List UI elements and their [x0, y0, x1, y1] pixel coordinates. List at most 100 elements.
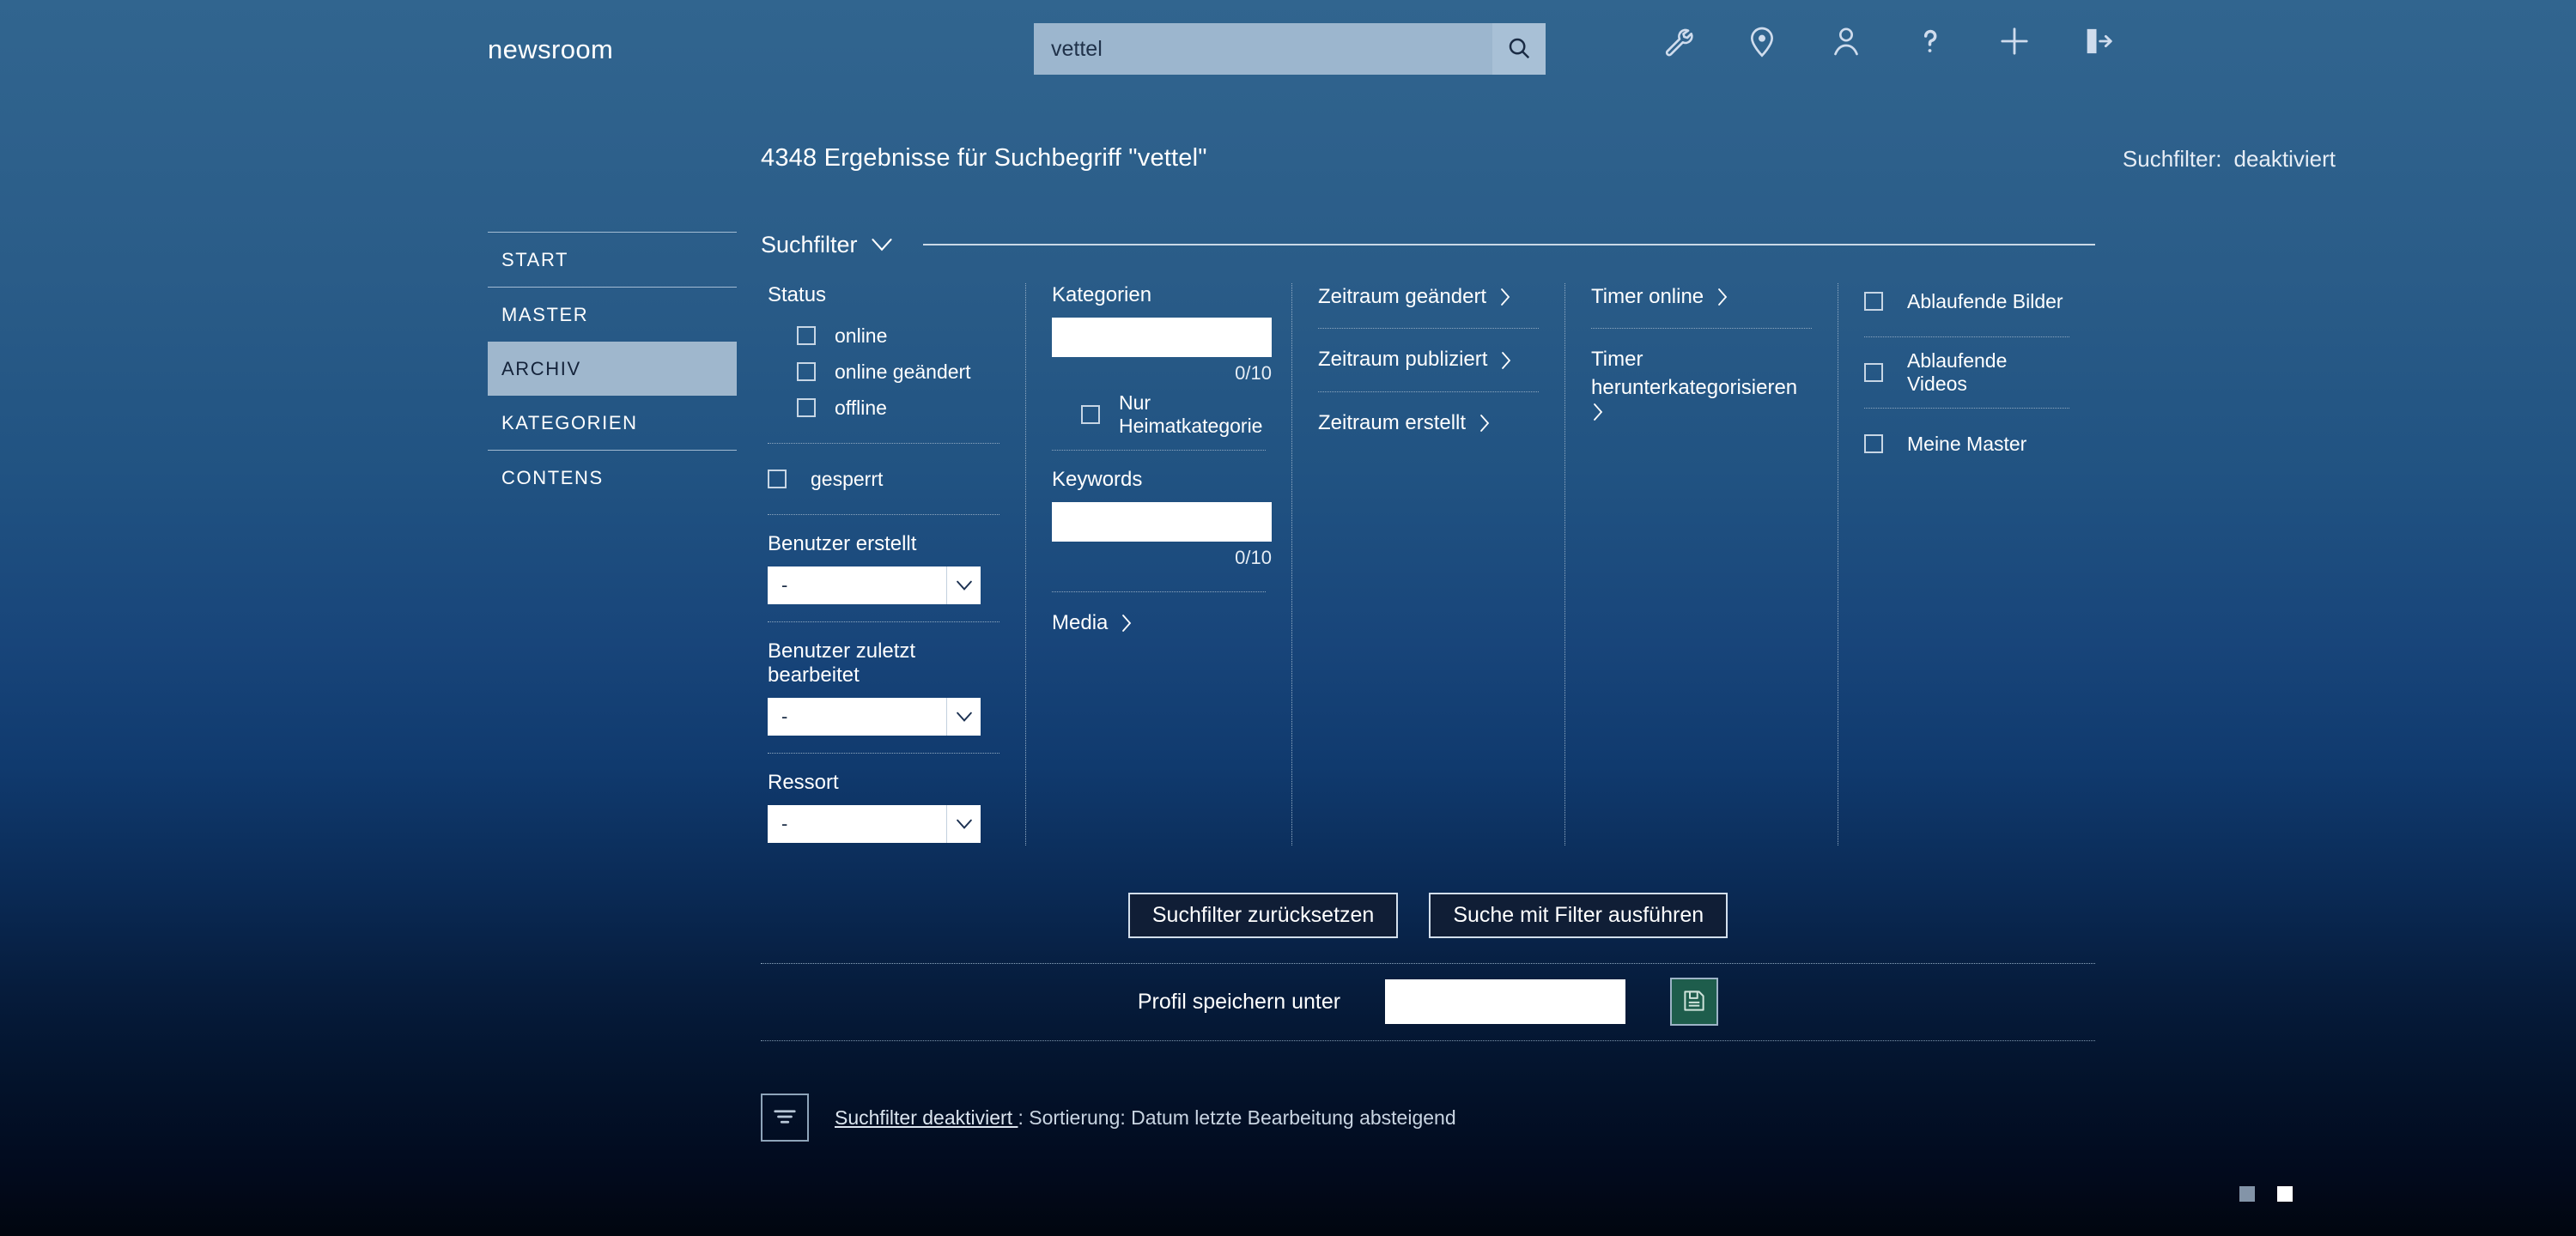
sidebar-item-archiv[interactable]: ARCHIV [488, 342, 737, 396]
checkbox-meine-master[interactable]: Meine Master [1864, 426, 2069, 462]
timer-online-link[interactable]: Timer online [1591, 283, 1812, 311]
checkbox-box[interactable] [1864, 292, 1883, 311]
sidebar-item-kategorien[interactable]: KATEGORIEN [488, 396, 737, 450]
chevron-down-icon[interactable] [870, 236, 894, 253]
chevron-right-icon [1591, 402, 1605, 422]
zeitraum-erstellt-link[interactable]: Zeitraum erstellt [1318, 409, 1539, 437]
filter-column-categories: Kategorien 0/10 Nur Heimatkategorie Keyw… [1025, 283, 1291, 845]
ressort-label: Ressort [768, 771, 839, 794]
checkbox-box[interactable] [1864, 434, 1883, 453]
dotted-divider [1864, 408, 2069, 409]
checkbox-box[interactable] [1864, 363, 1883, 382]
dotted-divider [1318, 328, 1539, 330]
filter-sort-icon [772, 1104, 798, 1132]
dotted-divider [1052, 450, 1266, 451]
filter-sort-button[interactable] [761, 1094, 809, 1142]
run-search-button[interactable]: Suche mit Filter ausführen [1429, 893, 1728, 938]
dotted-divider [1864, 336, 2069, 337]
sidebar-item-label: KATEGORIEN [501, 411, 638, 433]
timer-herunterkategorisieren-link[interactable]: Timer herunterkategorisieren [1591, 346, 1812, 422]
checkbox-box[interactable] [768, 470, 787, 488]
keywords-input[interactable] [1052, 502, 1272, 542]
select-value: - [768, 566, 946, 604]
ressort-select[interactable]: - [768, 805, 981, 843]
search-filter-panel: Suchfilter Status online online geändert… [761, 225, 2095, 845]
app-brand: newsroom [488, 34, 614, 64]
location-pin-icon[interactable] [1741, 21, 1783, 62]
view-mode-grid[interactable] [2277, 1186, 2293, 1202]
chevron-right-icon [1499, 350, 1513, 371]
dotted-divider [768, 621, 999, 622]
checkbox-online[interactable]: online [768, 318, 999, 354]
filter-status-value: deaktiviert [2233, 146, 2336, 172]
categories-input[interactable] [1052, 318, 1272, 357]
checkbox-ablaufende-bilder[interactable]: Ablaufende Bilder [1864, 283, 2069, 319]
chevron-down-icon[interactable] [946, 566, 981, 604]
sidebar-divider [488, 450, 737, 451]
filter-column-expiry: Ablaufende Bilder Ablaufende Videos Mein… [1838, 283, 2095, 845]
save-disk-icon [1681, 988, 1707, 1016]
sidebar-divider [488, 287, 737, 288]
zeitraum-publiziert-link[interactable]: Zeitraum publiziert [1318, 346, 1539, 373]
profile-name-input[interactable] [1385, 979, 1626, 1024]
filter-column-zeitraum: Zeitraum geändert Zeitraum publiziert Ze… [1291, 283, 1564, 845]
checkbox-ablaufende-videos[interactable]: Ablaufende Videos [1864, 349, 2069, 395]
checkbox-box[interactable] [797, 362, 816, 381]
chevron-right-icon [1120, 613, 1133, 633]
user-icon[interactable] [1826, 21, 1867, 62]
sidebar-item-master[interactable]: MASTER [488, 288, 737, 342]
search-container [1034, 23, 1546, 75]
sort-filter-link[interactable]: Suchfilter deaktiviert [835, 1106, 1018, 1129]
checkbox-box[interactable] [1081, 405, 1100, 424]
keywords-label: Keywords [1052, 468, 1143, 491]
filter-panel-title: Suchfilter [761, 231, 858, 258]
user-edited-select[interactable]: - [768, 698, 981, 736]
plus-icon[interactable] [1994, 21, 2035, 62]
chevron-down-icon[interactable] [946, 698, 981, 736]
wrench-icon[interactable] [1657, 21, 1698, 62]
checkbox-online-geaendert[interactable]: online geändert [768, 354, 999, 390]
help-icon[interactable] [1910, 21, 1951, 62]
dotted-divider [768, 514, 999, 515]
link-label: Zeitraum publiziert [1318, 348, 1488, 372]
sidebar-nav: START MASTER ARCHIV KATEGORIEN CONTENS [488, 232, 737, 505]
media-link[interactable]: Media [1052, 609, 1266, 637]
filter-column-timer: Timer online Timer herunterkategorisiere… [1564, 283, 1838, 845]
dotted-divider [1318, 391, 1539, 392]
sidebar-item-label: ARCHIV [501, 357, 581, 379]
search-icon [1506, 35, 1532, 64]
dotted-divider [768, 443, 999, 444]
zeitraum-geaendert-link[interactable]: Zeitraum geändert [1318, 283, 1539, 311]
checkbox-label: online geändert [835, 360, 971, 383]
link-label: Timer herunterkategorisieren [1591, 348, 1798, 399]
select-value: - [768, 805, 946, 843]
profile-save-button[interactable] [1670, 978, 1719, 1026]
user-created-select[interactable]: - [768, 566, 981, 604]
filter-panel-header[interactable]: Suchfilter [761, 225, 2095, 264]
sidebar-divider [488, 232, 737, 233]
filter-actions: Suchfilter zurücksetzen Suche mit Filter… [761, 893, 2095, 938]
checkbox-offline[interactable]: offline [768, 390, 999, 426]
link-label: Zeitraum erstellt [1318, 410, 1467, 434]
sidebar-item-contens[interactable]: CONTENS [488, 451, 737, 505]
checkbox-box[interactable] [797, 398, 816, 417]
reset-filter-button[interactable]: Suchfilter zurücksetzen [1127, 893, 1399, 938]
logout-icon[interactable] [2078, 21, 2119, 62]
checkbox-nur-heimatkategorie[interactable]: Nur Heimatkategorie [1052, 391, 1266, 437]
checkbox-box[interactable] [797, 326, 816, 345]
sidebar-item-label: START [501, 248, 569, 270]
keywords-counter: 0/10 [1235, 547, 1272, 568]
view-mode-toggles [2239, 1186, 2293, 1202]
filter-columns: Status online online geändert offline ge… [761, 283, 2095, 845]
search-button[interactable] [1492, 23, 1546, 75]
sidebar-item-start[interactable]: START [488, 233, 737, 287]
view-mode-list[interactable] [2239, 1186, 2255, 1202]
search-input[interactable] [1034, 23, 1492, 75]
chevron-down-icon[interactable] [946, 805, 981, 843]
dotted-divider [1591, 328, 1812, 330]
result-summary: 4348 Ergebnisse für Suchbegriff "vettel" [761, 144, 1207, 172]
checkbox-gesperrt[interactable]: gesperrt [768, 461, 999, 497]
filter-column-status: Status online online geändert offline ge… [761, 283, 1025, 845]
filter-status: Suchfilter: deaktiviert [2123, 146, 2336, 173]
dotted-divider [768, 753, 999, 754]
